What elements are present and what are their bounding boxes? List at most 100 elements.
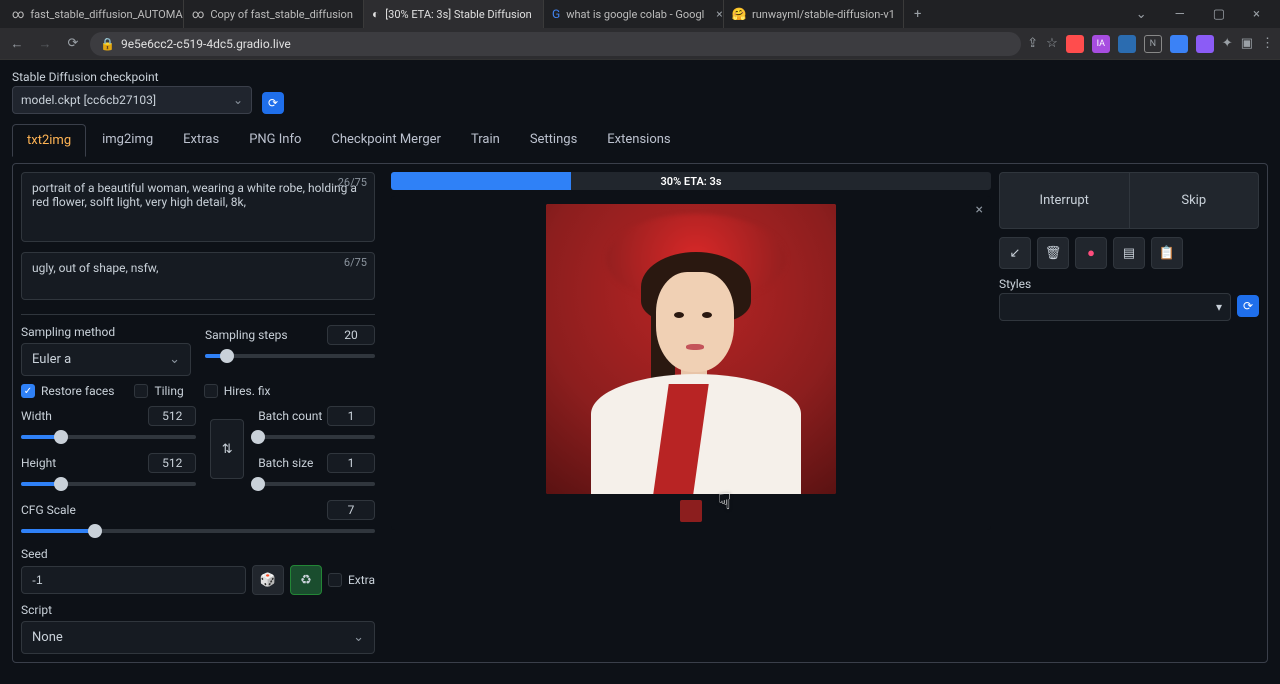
restore-faces-checkbox[interactable]: Restore faces — [21, 384, 114, 398]
styles-select[interactable]: ▾ — [999, 293, 1231, 321]
extension-icon[interactable] — [1170, 35, 1188, 53]
checkpoint-select[interactable]: model.ckpt [cc6cb27103] ⌄ — [12, 86, 252, 114]
tab-title: fast_stable_diffusion_AUTOMA — [30, 8, 182, 21]
tab-train[interactable]: Train — [457, 124, 514, 157]
seed-extra-checkbox[interactable]: Extra — [328, 573, 375, 587]
loading-icon: ◐ — [372, 7, 379, 21]
checkpoint-field: Stable Diffusion checkpoint model.ckpt [… — [12, 70, 252, 114]
height-value[interactable]: 512 — [148, 453, 196, 473]
tab-extras[interactable]: Extras — [169, 124, 233, 157]
cfg-scale-slider[interactable] — [21, 523, 375, 539]
back-button[interactable]: ← — [6, 36, 28, 52]
cfg-scale-value[interactable]: 7 — [327, 500, 375, 520]
browser-tab[interactable]: 🤗 runwayml/stable-diffusion-v1 × — [724, 0, 904, 28]
refresh-checkpoint-button[interactable]: ⟳ — [262, 92, 284, 114]
tab-settings[interactable]: Settings — [516, 124, 591, 157]
chevron-down-icon: ⌄ — [169, 352, 180, 367]
refresh-styles-button[interactable]: ⟳ — [1237, 295, 1259, 317]
checkpoint-row: Stable Diffusion checkpoint model.ckpt [… — [12, 70, 1268, 114]
reload-button[interactable]: ⟳ — [62, 36, 84, 51]
sampling-steps-slider[interactable] — [205, 348, 375, 364]
neg-prompt-token-count: 6/75 — [344, 256, 367, 269]
batch-count-slider[interactable] — [258, 429, 375, 445]
swap-dims-button[interactable]: ⇅ — [210, 419, 244, 479]
height-field: Height 512 — [21, 453, 196, 492]
extension-icon[interactable] — [1118, 35, 1136, 53]
params: Sampling method Euler a ⌄ Sampling steps… — [21, 314, 375, 654]
style-apply-button[interactable]: ▤ — [1113, 237, 1145, 269]
style-create-button[interactable]: ● — [1075, 237, 1107, 269]
right-column: Interrupt Skip ↙ 🗑 ● ▤ 📋 Styles ▾ ⟳ — [999, 172, 1259, 654]
batch-count-value[interactable]: 1 — [327, 406, 375, 426]
script-select[interactable]: None ⌄ — [21, 621, 375, 654]
sidepanel-icon[interactable]: ▣ — [1241, 36, 1253, 51]
hires-fix-checkbox[interactable]: Hires. fix — [204, 384, 271, 398]
prompt-input[interactable] — [21, 172, 375, 242]
star-icon[interactable]: ☆ — [1046, 36, 1058, 51]
close-icon[interactable]: × — [1245, 5, 1268, 24]
skip-button[interactable]: Skip — [1130, 172, 1260, 229]
tab-title: [30% ETA: 3s] Stable Diffusion — [385, 8, 531, 21]
batch-size-value[interactable]: 1 — [327, 453, 375, 473]
sampling-method-select[interactable]: Euler a ⌄ — [21, 343, 191, 376]
thumbnail[interactable] — [680, 500, 702, 522]
window-controls: ⌄ — ▢ × — [1120, 5, 1276, 24]
share-icon[interactable]: ⇪ — [1027, 36, 1038, 51]
maximize-icon[interactable]: ▢ — [1205, 5, 1233, 24]
seed-field: Seed 🎲 ♻ Extra — [21, 547, 375, 595]
width-slider[interactable] — [21, 429, 196, 445]
output-image[interactable] — [546, 204, 836, 494]
checkbox-icon — [204, 384, 218, 398]
checkbox-icon — [328, 573, 342, 587]
forward-button[interactable]: → — [34, 36, 56, 52]
tab-checkpoint-merger[interactable]: Checkpoint Merger — [317, 124, 455, 157]
batch-count-label: Batch count — [258, 409, 322, 423]
paste-button[interactable]: ↙ — [999, 237, 1031, 269]
save-style-button[interactable]: 📋 — [1151, 237, 1183, 269]
tab-extensions[interactable]: Extensions — [593, 124, 684, 157]
browser-tab[interactable]: ∞ Copy of fast_stable_diffusion × — [184, 0, 364, 28]
browser-tab[interactable]: ∞ fast_stable_diffusion_AUTOMA × — [4, 0, 184, 28]
checkbox-icon — [21, 384, 35, 398]
batch-size-slider[interactable] — [258, 476, 375, 492]
height-slider[interactable] — [21, 476, 196, 492]
address-bar[interactable]: 🔒 9e5e6cc2-c519-4dc5.gradio.live — [90, 32, 1021, 56]
batch-size-field: Batch size 1 — [258, 453, 375, 492]
cfg-scale-label: CFG Scale — [21, 503, 76, 517]
random-seed-button[interactable]: 🎲 — [252, 565, 284, 595]
reuse-seed-button[interactable]: ♻ — [290, 565, 322, 595]
menu-icon[interactable]: ⋮ — [1261, 36, 1274, 51]
tab-pnginfo[interactable]: PNG Info — [235, 124, 315, 157]
thumbnail-strip — [680, 500, 702, 522]
clear-button[interactable]: 🗑 — [1037, 237, 1069, 269]
sampling-method-field: Sampling method Euler a ⌄ — [21, 325, 191, 376]
tab-img2img[interactable]: img2img — [88, 124, 167, 157]
width-value[interactable]: 512 — [148, 406, 196, 426]
extension-icon[interactable] — [1066, 35, 1084, 53]
batch-count-field: Batch count 1 — [258, 406, 375, 445]
width-label: Width — [21, 409, 52, 423]
app-page: Stable Diffusion checkpoint model.ckpt [… — [0, 60, 1280, 684]
new-tab-button[interactable]: + — [904, 3, 931, 26]
extensions-icon[interactable]: ✦ — [1222, 36, 1233, 51]
extension-icon[interactable] — [1196, 35, 1214, 53]
interrupt-button[interactable]: Interrupt — [999, 172, 1130, 229]
browser-tab[interactable]: G what is google colab - Googl × — [544, 0, 724, 28]
extension-icon[interactable]: IA — [1092, 35, 1110, 53]
script-field: Script None ⌄ — [21, 603, 375, 654]
tiling-checkbox[interactable]: Tiling — [134, 384, 183, 398]
sampling-steps-value[interactable]: 20 — [327, 325, 375, 345]
minimize-icon[interactable]: — — [1167, 5, 1193, 24]
close-icon[interactable]: × — [710, 7, 722, 21]
negative-prompt-input[interactable] — [21, 252, 375, 300]
height-label: Height — [21, 456, 56, 470]
restore-faces-label: Restore faces — [41, 384, 114, 398]
google-icon: G — [552, 7, 560, 21]
browser-tab[interactable]: ◐ [30% ETA: 3s] Stable Diffusion × — [364, 0, 544, 28]
tab-txt2img[interactable]: txt2img — [12, 124, 86, 157]
extension-icon[interactable]: N — [1144, 35, 1162, 53]
chevron-down-icon[interactable]: ⌄ — [1128, 5, 1155, 24]
seed-input[interactable] — [21, 566, 246, 594]
tab-title: Copy of fast_stable_diffusion — [210, 8, 353, 21]
close-icon[interactable]: × — [976, 202, 983, 218]
